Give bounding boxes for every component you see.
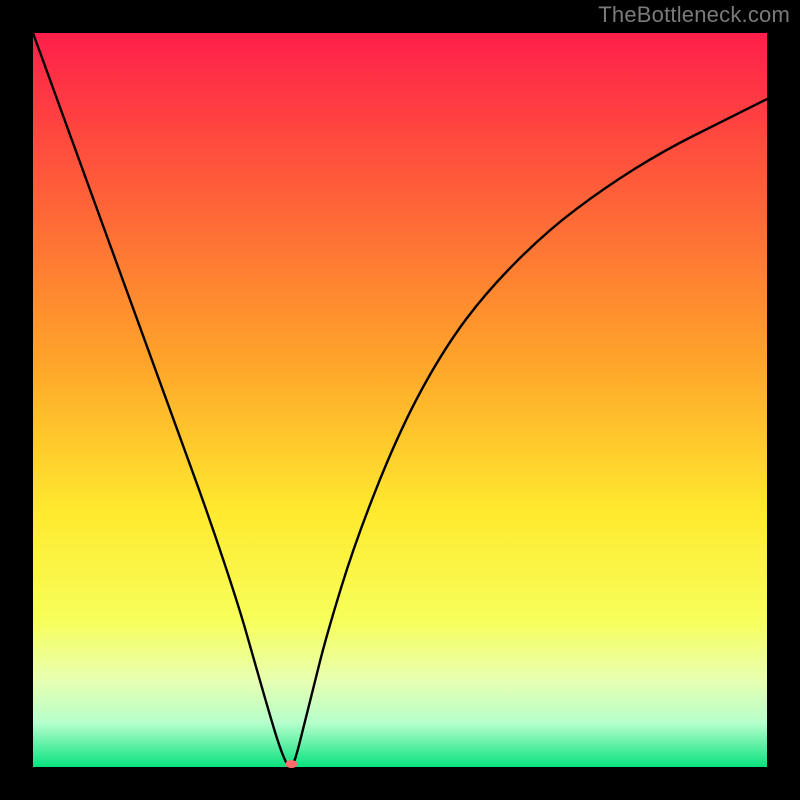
bottleneck-chart xyxy=(0,0,800,800)
chart-frame: TheBottleneck.com xyxy=(0,0,800,800)
chart-background xyxy=(33,33,767,767)
watermark-text: TheBottleneck.com xyxy=(598,2,790,28)
optimal-point-marker xyxy=(285,760,297,768)
